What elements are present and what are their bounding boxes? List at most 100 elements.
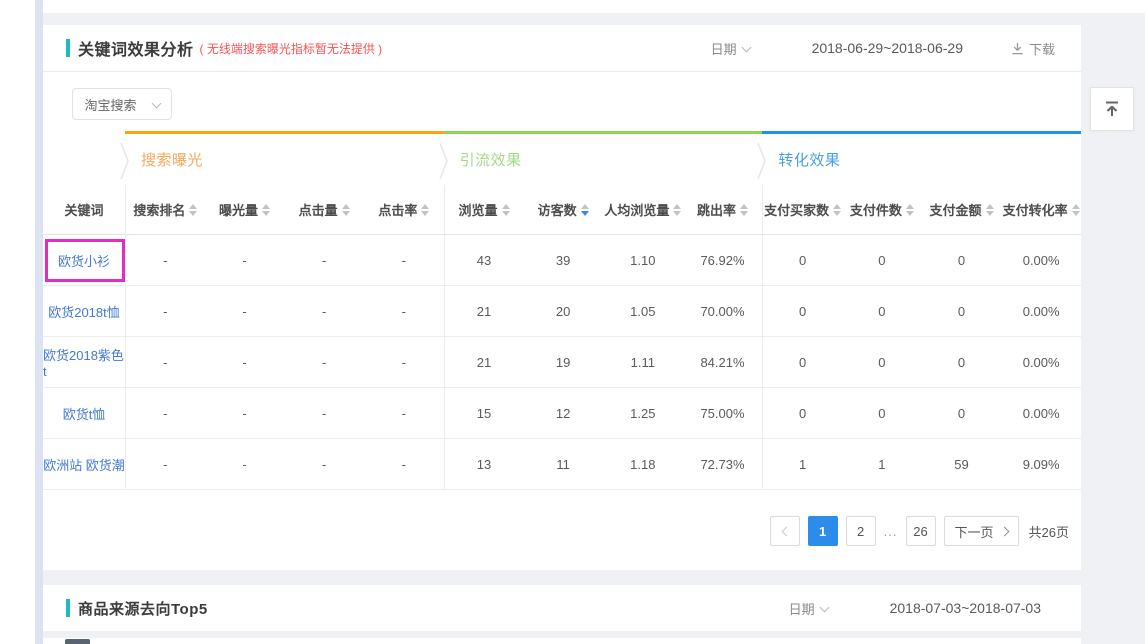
back-to-top-icon <box>1102 99 1122 119</box>
table-cell: - <box>364 286 444 336</box>
sort-icon[interactable] <box>262 204 270 216</box>
section-title: 商品来源去向Top5 <box>78 598 208 619</box>
table-cell: 1 <box>762 439 842 489</box>
total-pages-label: 共26页 <box>1029 522 1069 541</box>
column-header-label: 支付转化率 <box>1003 200 1068 219</box>
column-header-label: 浏览量 <box>458 200 497 219</box>
table-cell: 1.25 <box>603 388 683 438</box>
table-cell: 1 <box>842 439 922 489</box>
sort-icon[interactable] <box>986 204 994 216</box>
column-header[interactable]: 浏览量 <box>444 185 524 234</box>
keyword-link[interactable]: 欧洲站 欧货潮 <box>43 439 125 489</box>
group-separator-chevron-icon <box>757 139 767 183</box>
sort-icon[interactable] <box>189 204 197 216</box>
table-cell: - <box>205 337 285 387</box>
date-filter-dropdown[interactable]: 日期 <box>711 39 750 58</box>
table-cell: - <box>125 235 205 285</box>
keyword-text: 欧货2018t恤 <box>48 302 120 321</box>
table-cell: 0 <box>842 388 922 438</box>
prev-page-button[interactable] <box>770 516 800 546</box>
table-cell: 9.09% <box>1001 439 1081 489</box>
source-destination-panel: 商品来源去向Top5 日期 2018-07-03~2018-07-03 <box>43 585 1081 631</box>
sort-icon[interactable] <box>833 204 841 216</box>
date-range-value: 2018-06-29~2018-06-29 <box>812 40 963 56</box>
column-header[interactable]: 支付件数 <box>842 185 922 234</box>
column-header[interactable]: 搜索排名 <box>125 185 205 234</box>
chevron-left-icon <box>781 526 791 536</box>
keyword-link[interactable]: 欧货小衫 <box>43 235 125 285</box>
table-cell: - <box>364 439 444 489</box>
table-cell: 1.10 <box>603 235 683 285</box>
table-cell: 43 <box>444 235 524 285</box>
table-cell: 0 <box>922 286 1002 336</box>
table-cell: - <box>284 439 364 489</box>
column-header[interactable]: 人均浏览量 <box>603 185 683 234</box>
keyword-table: 搜索曝光 引流效果 转化效果 关键词 搜索排名 曝光量点击量点击率浏览量 访客数人均… <box>43 131 1081 490</box>
table-row: 欧货2018t恤----21201.0570.00%0000.00% <box>43 286 1081 337</box>
next-page-button[interactable]: 下一页 <box>944 516 1019 546</box>
next-section-tab-edge <box>65 639 90 644</box>
table-cell: - <box>125 337 205 387</box>
table-cell: - <box>364 337 444 387</box>
date-filter-dropdown[interactable]: 日期 <box>789 599 828 618</box>
column-header[interactable]: 支付买家数 <box>762 185 842 234</box>
table-cell: 13 <box>444 439 524 489</box>
table-cell: 59 <box>922 439 1002 489</box>
download-button[interactable]: 下载 <box>1011 39 1055 58</box>
column-header[interactable]: 点击率 <box>364 185 444 234</box>
page-button-1[interactable]: 1 <box>808 516 838 546</box>
table-row: 欧洲站 欧货潮----13111.1872.73%11599.09% <box>43 439 1081 490</box>
column-header[interactable]: 曝光量 <box>205 185 285 234</box>
column-header[interactable]: 跳出率 <box>683 185 763 234</box>
left-scrollbar[interactable] <box>35 0 43 644</box>
table-cell: 0.00% <box>1001 337 1081 387</box>
sort-icon[interactable] <box>906 204 914 216</box>
table-cell: 0.00% <box>1001 235 1081 285</box>
pagination: 1 2 ... 26 下一页 共26页 <box>43 516 1081 546</box>
page-content: 关键词效果分析 ( 无线端搜索曝光指标暂无法提供 ) 日期 2018-06-29… <box>43 13 1145 644</box>
table-cell: 0 <box>762 337 842 387</box>
date-filter-label: 日期 <box>789 599 815 618</box>
keyword-analysis-panel: 关键词效果分析 ( 无线端搜索曝光指标暂无法提供 ) 日期 2018-06-29… <box>43 25 1081 570</box>
table-cell: 1.05 <box>603 286 683 336</box>
column-header[interactable]: 支付转化率 <box>1001 185 1081 234</box>
column-header[interactable]: 点击量 <box>284 185 364 234</box>
column-header[interactable]: 支付金额 <box>922 185 1002 234</box>
keyword-link[interactable]: 欧货t恤 <box>43 388 125 438</box>
sort-icon[interactable] <box>502 204 510 216</box>
group-label: 转化效果 <box>762 149 840 170</box>
table-cell: 39 <box>523 235 603 285</box>
table-cell: 0 <box>922 337 1002 387</box>
table-cell: - <box>364 388 444 438</box>
channel-select-value: 淘宝搜索 <box>84 95 136 114</box>
chevron-right-icon <box>999 526 1009 536</box>
channel-select[interactable]: 淘宝搜索 <box>72 88 172 120</box>
sort-icon[interactable] <box>673 204 681 216</box>
group-label: 引流效果 <box>444 149 522 170</box>
sort-icon[interactable] <box>740 204 748 216</box>
title-accent-bar <box>66 599 70 617</box>
table-row: 欧货2018紫色t----21191.1184.21%0000.00% <box>43 337 1081 388</box>
date-filter-label: 日期 <box>711 39 737 58</box>
keyword-text: 欧货2018紫色t <box>43 345 125 379</box>
back-to-top-button[interactable] <box>1090 87 1134 131</box>
column-header[interactable]: 访客数 <box>523 185 603 234</box>
table-cell: 72.73% <box>683 439 763 489</box>
table-cell: - <box>125 286 205 336</box>
sort-icon[interactable] <box>1072 204 1080 216</box>
keyword-link[interactable]: 欧货2018t恤 <box>43 286 125 336</box>
group-label: 搜索曝光 <box>125 149 203 170</box>
column-header-label: 搜索排名 <box>133 200 185 219</box>
page-button-2[interactable]: 2 <box>846 516 876 546</box>
sort-icon[interactable] <box>421 204 429 216</box>
table-row: 欧货小衫----43391.1076.92%0000.00% <box>43 235 1081 286</box>
sort-icon[interactable] <box>342 204 350 216</box>
keyword-column-header: 关键词 <box>43 185 125 234</box>
sort-icon[interactable] <box>581 204 589 216</box>
page-button-26[interactable]: 26 <box>906 516 936 546</box>
chevron-down-icon <box>151 98 161 108</box>
next-section-edge <box>43 638 1081 644</box>
date-range-value: 2018-07-03~2018-07-03 <box>890 600 1041 616</box>
column-header-label: 支付件数 <box>850 200 902 219</box>
keyword-link[interactable]: 欧货2018紫色t <box>43 337 125 387</box>
